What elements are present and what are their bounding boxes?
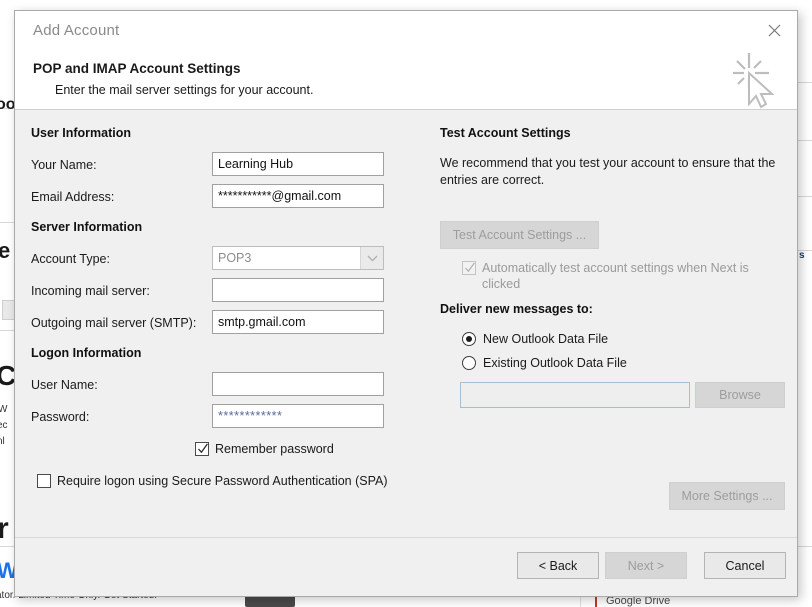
password-input[interactable]: ************ (212, 404, 384, 428)
add-account-dialog: Add Account POP and IMAP Account Setting… (14, 10, 798, 597)
radio-button (462, 332, 476, 346)
account-type-select[interactable]: POP3 (212, 246, 384, 270)
test-account-settings-button[interactable]: Test Account Settings ... (440, 221, 599, 249)
radio-new-outlook-data-file[interactable]: New Outlook Data File (462, 332, 608, 346)
email-address-input[interactable]: ***********@gmail.com (212, 184, 384, 208)
test-account-settings-title: Test Account Settings (440, 126, 571, 140)
incoming-mail-server-label: Incoming mail server: (31, 284, 150, 298)
incoming-mail-server-input[interactable] (212, 278, 384, 302)
server-information-title: Server Information (31, 220, 142, 234)
next-button[interactable]: Next > (605, 552, 687, 579)
user-name-label: User Name: (31, 378, 98, 392)
dialog-footer: < Back Next > Cancel (15, 537, 797, 596)
bg-fragment: r (0, 512, 9, 546)
radio-new-outlook-data-file-label: New Outlook Data File (483, 332, 608, 346)
checkbox-box (195, 442, 209, 456)
bg-divider (0, 330, 14, 331)
bg-fragment: e (0, 238, 10, 264)
account-type-value: POP3 (213, 251, 360, 265)
logon-information-title: Logon Information (31, 346, 141, 360)
auto-test-checkbox[interactable]: Automatically test account settings when… (462, 260, 782, 292)
account-type-label: Account Type: (31, 252, 110, 266)
dialog-heading: POP and IMAP Account Settings (33, 61, 241, 76)
cancel-button[interactable]: Cancel (704, 552, 786, 579)
dialog-header: Add Account POP and IMAP Account Setting… (15, 11, 797, 110)
bg-divider (798, 196, 812, 197)
cursor-sparkle-icon (727, 51, 783, 109)
user-information-title: User Information (31, 126, 131, 140)
bg-divider (0, 222, 14, 223)
bg-divider (798, 82, 812, 83)
test-account-settings-description: We recommend that you test your account … (440, 155, 785, 189)
bg-divider (798, 140, 812, 141)
your-name-input[interactable]: Learning Hub (212, 152, 384, 176)
bg-fragment: ec (0, 420, 8, 431)
chevron-down-icon (360, 247, 383, 269)
outgoing-mail-server-input[interactable]: smtp.gmail.com (212, 310, 384, 334)
dialog-body: User Information Your Name: Learning Hub… (15, 110, 797, 539)
dialog-title: Add Account (33, 22, 119, 39)
bg-fragment: W (0, 404, 7, 415)
close-icon[interactable] (759, 17, 789, 43)
back-button[interactable]: < Back (517, 552, 599, 579)
password-label: Password: (31, 410, 89, 424)
require-spa-checkbox[interactable]: Require logon using Secure Password Auth… (37, 473, 388, 489)
your-name-label: Your Name: (31, 158, 97, 172)
checkbox-box (37, 474, 51, 488)
email-address-label: Email Address: (31, 190, 114, 204)
dialog-subheading: Enter the mail server settings for your … (55, 83, 313, 97)
require-spa-label: Require logon using Secure Password Auth… (57, 473, 388, 489)
bg-divider (798, 546, 812, 547)
outgoing-mail-server-label: Outgoing mail server (SMTP): (31, 316, 196, 330)
deliver-new-messages-title: Deliver new messages to: (440, 302, 593, 316)
user-name-input[interactable] (212, 372, 384, 396)
existing-data-file-path-input[interactable] (460, 382, 690, 408)
radio-existing-outlook-data-file-label: Existing Outlook Data File (483, 356, 627, 370)
remember-password-checkbox[interactable]: Remember password (195, 441, 334, 457)
bg-fragment: s (799, 250, 805, 261)
checkbox-box (462, 261, 476, 275)
bg-fragment: nl (0, 436, 5, 447)
more-settings-button[interactable]: More Settings ... (669, 482, 785, 510)
browse-button[interactable]: Browse (695, 382, 785, 408)
remember-password-label: Remember password (215, 441, 334, 457)
radio-button (462, 356, 476, 370)
dialog-titlebar: Add Account (15, 11, 797, 49)
auto-test-label: Automatically test account settings when… (482, 260, 782, 292)
radio-existing-outlook-data-file[interactable]: Existing Outlook Data File (462, 356, 627, 370)
bg-divider (0, 546, 14, 547)
